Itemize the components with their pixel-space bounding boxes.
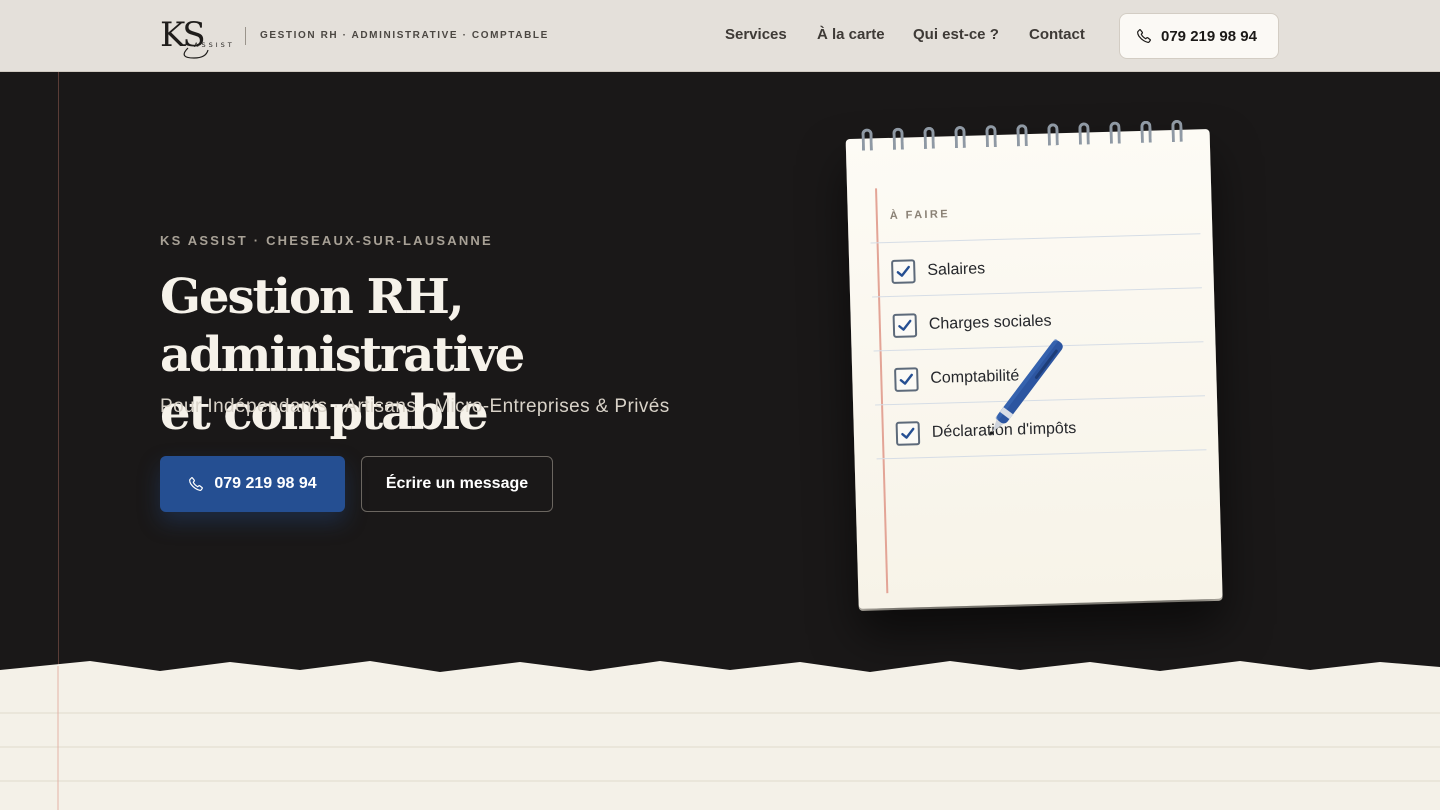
spiral-ring [1078, 122, 1090, 145]
ks-assist-logo[interactable]: KS ASSIST [160, 12, 236, 60]
hero-eyebrow: KS ASSIST · CHESEAUX-SUR-LAUSANNE [160, 233, 493, 248]
nav-contact[interactable]: Contact [1029, 26, 1085, 43]
header-phone-button[interactable]: 079 219 98 94 [1119, 13, 1279, 59]
checkbox-checked [895, 421, 921, 446]
site-header: KS ASSIST GESTION RH · ADMINISTRATIVE · … [0, 0, 1440, 72]
nav-a-la-carte[interactable]: À la carte [817, 26, 885, 43]
todo-label: Salaires [927, 260, 986, 279]
check-icon [901, 427, 915, 439]
todo-item: Salaires [891, 255, 986, 286]
spiral-ring [923, 126, 935, 149]
checkbox-checked [892, 313, 918, 338]
header-phone-number: 079 219 98 94 [1161, 27, 1257, 45]
svg-text:ASSIST: ASSIST [194, 41, 235, 49]
spiral-ring [985, 124, 997, 148]
call-button-label: 079 219 98 94 [214, 475, 317, 492]
spiral-ring [1109, 121, 1121, 144]
notepad-margin-line [875, 188, 889, 594]
phone-icon [1137, 29, 1151, 43]
check-icon [898, 319, 912, 331]
hero-title-line-1: Gestion RH, administrative [160, 269, 525, 383]
nav-services[interactable]: Services [725, 26, 787, 43]
todo-heading: À FAIRE [889, 208, 951, 222]
torn-paper-section [0, 661, 1440, 810]
logo-divider [245, 27, 246, 45]
nav-qui-est-ce[interactable]: Qui est-ce ? [913, 26, 999, 43]
spiral-ring [1171, 119, 1183, 143]
tagline: GESTION RH · ADMINISTRATIVE · COMPTABLE [260, 30, 549, 41]
checkbox-checked [894, 367, 919, 392]
notepad-rule [870, 233, 1201, 244]
write-message-button[interactable]: Écrire un message [361, 456, 553, 512]
pen-icon [989, 339, 1063, 435]
phone-icon [189, 477, 204, 491]
spiral-ring [1047, 123, 1059, 146]
notepad-rule [872, 287, 1202, 298]
checkbox-checked [891, 259, 916, 284]
check-icon [899, 373, 913, 385]
call-button[interactable]: 079 219 98 94 [160, 456, 345, 512]
spiral-ring [1016, 124, 1028, 147]
spiral-ring [954, 125, 966, 149]
spiral-ring [1140, 120, 1152, 143]
spiral-ring [861, 128, 873, 151]
hero-subtitle: Pour Indépendants · Artisans · Micro-Ent… [160, 396, 670, 417]
svg-text:KS: KS [160, 15, 203, 55]
spiral-ring [892, 127, 904, 150]
check-icon [896, 265, 910, 277]
